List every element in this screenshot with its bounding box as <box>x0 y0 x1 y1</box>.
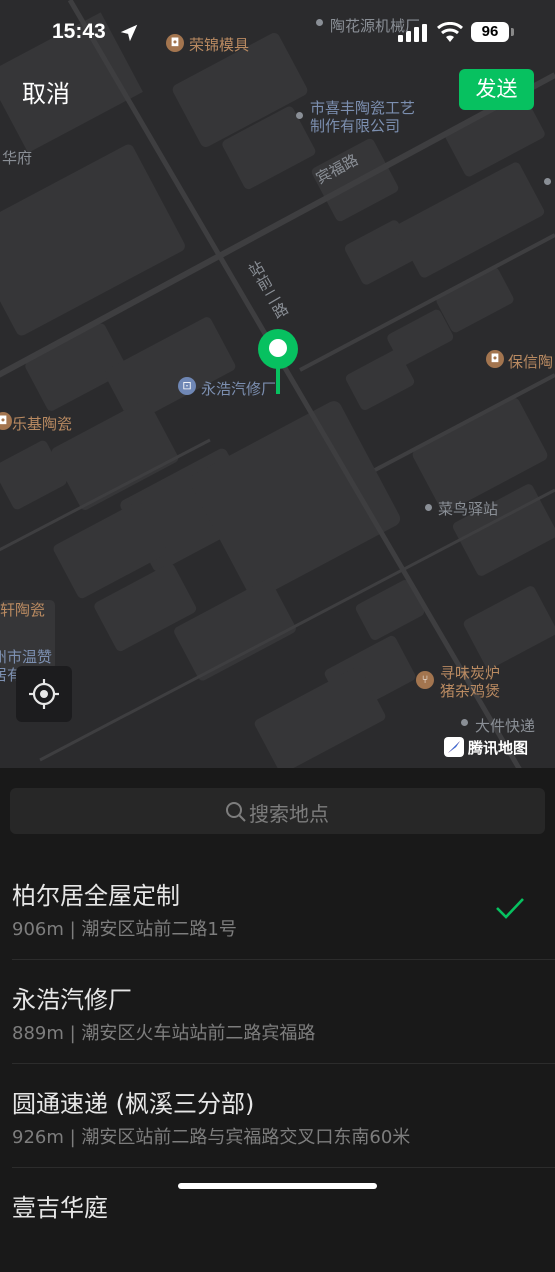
car-repair-icon: ⊡ <box>178 377 196 395</box>
search-icon <box>226 802 246 822</box>
cancel-button[interactable]: 取消 <box>22 74 70 109</box>
poi-xifeng[interactable]: 市喜丰陶瓷工艺 制作有限公司 <box>310 99 415 135</box>
locate-me-button[interactable] <box>16 666 72 722</box>
factory-icon: ◘ <box>166 34 184 52</box>
poi-taohuayuan[interactable]: 陶花源机械厂 <box>330 15 420 36</box>
wifi-icon <box>437 22 463 42</box>
poi-huafu[interactable]: 华府 <box>2 147 32 168</box>
location-title: 壹吉华庭 <box>12 1194 108 1222</box>
status-time: 15:43 <box>52 20 106 43</box>
poi-dot <box>316 19 323 26</box>
list-item[interactable]: 柏尔居全屋定制 906m | 潮安区站前二路1号 <box>0 856 555 960</box>
poi-mingxuan[interactable]: 明轩陶瓷 <box>0 599 45 620</box>
battery-tip <box>511 28 514 36</box>
search-input[interactable]: 搜索地点 <box>10 788 545 834</box>
poi-cainiao[interactable]: 菜鸟驿站 <box>438 498 498 519</box>
list-item[interactable]: 圆通速递 (枫溪三分部) 926m | 潮安区站前二路与宾福路交叉口东南60米 <box>0 1064 555 1168</box>
map-view[interactable]: 15:43 96 取消 发送 陶花源机械厂 ◘ 荣锦模具 市喜丰陶瓷工艺 制作有… <box>0 0 555 768</box>
location-title: 柏尔居全屋定制 <box>12 882 180 910</box>
location-title: 永浩汽修厂 <box>12 986 132 1014</box>
home-indicator[interactable] <box>178 1183 377 1189</box>
poi-dajian[interactable]: 大件快递 <box>475 715 535 736</box>
send-button[interactable]: 发送 <box>459 69 534 110</box>
location-results-list: 柏尔居全屋定制 906m | 潮安区站前二路1号 永浩汽修厂 889m | 潮安… <box>0 856 555 1272</box>
tencent-map-icon <box>444 737 464 757</box>
location-pin-icon[interactable] <box>257 328 299 396</box>
poi-leji[interactable]: 乐基陶瓷 <box>12 413 72 434</box>
location-title: 圆通速递 (枫溪三分部) <box>12 1090 255 1118</box>
location-subtitle: 889m | 潮安区火车站站前二路宾福路 <box>12 1023 316 1044</box>
status-bar: 15:43 96 <box>0 18 555 50</box>
poi-dot <box>425 504 432 511</box>
list-item[interactable]: 永浩汽修厂 889m | 潮安区火车站站前二路宾福路 <box>0 960 555 1064</box>
poi-dot <box>461 719 468 726</box>
poi-xunwei[interactable]: 寻味炭炉 猪杂鸡煲 <box>440 664 500 700</box>
poi-ronjin[interactable]: 荣锦模具 <box>189 34 249 55</box>
location-arrow-icon <box>120 24 138 42</box>
location-subtitle: 906m | 潮安区站前二路1号 <box>12 919 237 940</box>
shop-icon: ◘ <box>486 350 504 368</box>
map-provider-name: 腾讯地图 <box>468 738 529 757</box>
battery-icon: 96 <box>471 22 509 42</box>
poi-dot <box>544 178 551 185</box>
check-icon <box>496 898 524 919</box>
search-placeholder: 搜索地点 <box>249 802 329 826</box>
crosshair-icon <box>29 679 59 709</box>
map-provider-logo: 腾讯地图 <box>444 736 528 758</box>
poi-dot <box>296 112 303 119</box>
location-subtitle: 926m | 潮安区站前二路与宾福路交叉口东南60米 <box>12 1127 411 1148</box>
restaurant-icon: ⑂ <box>416 671 434 689</box>
poi-baoxin[interactable]: 保信陶 <box>508 351 553 372</box>
